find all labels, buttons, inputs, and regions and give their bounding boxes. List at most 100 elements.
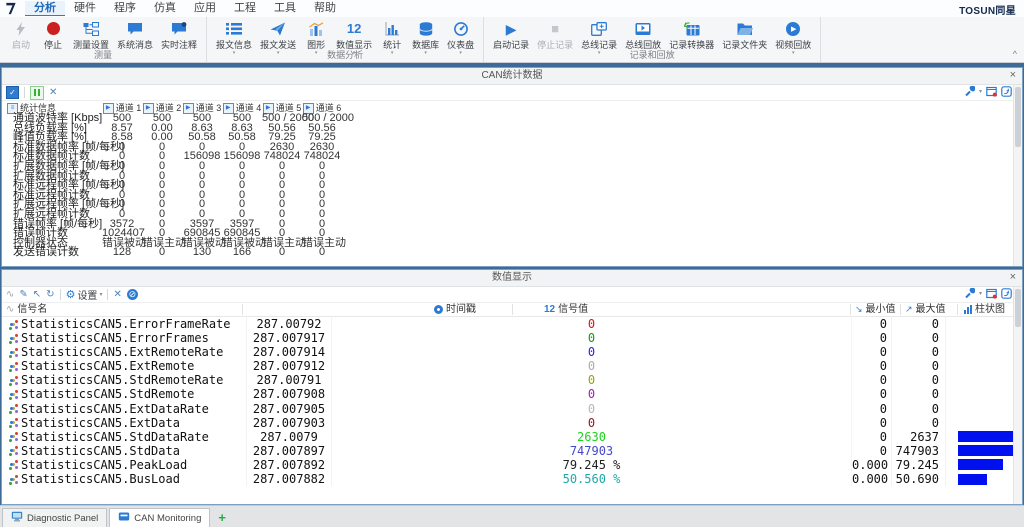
signal-row[interactable]: StatisticsCAN5.BusLoad287.00788250.560 %…	[2, 472, 1022, 486]
value-bar	[958, 445, 1015, 456]
video-replay-icon: ▶	[786, 20, 800, 37]
values-panel-title: 数值显示	[492, 272, 532, 283]
signal-row[interactable]: StatisticsCAN5.ExtDataRate287.007905000	[2, 402, 1022, 416]
cursor-icon[interactable]: ↖	[33, 289, 41, 300]
signal-row[interactable]: StatisticsCAN5.ExtRemote287.007912000	[2, 359, 1022, 373]
ribbon-button[interactable]: ■停止记录	[533, 19, 577, 51]
value-bar	[958, 431, 1015, 442]
signal-dots-icon	[10, 365, 13, 368]
stats-wrench-icon[interactable]	[964, 86, 975, 97]
ribbon-group: 启动停止测量设置系统消息实时注释测量	[0, 17, 207, 62]
values-window-icon[interactable]	[986, 288, 997, 299]
bottom-tab[interactable]: CAN Monitoring	[109, 508, 210, 527]
value-bar-cell	[946, 430, 1022, 444]
signal-dots-icon	[10, 393, 13, 396]
gear-icon: ⚙	[66, 288, 76, 301]
signal-dots-icon	[10, 478, 13, 481]
stats-wrench-caret-icon[interactable]: ▾	[979, 88, 982, 95]
value-bar-cell	[946, 402, 1022, 416]
ribbon-button[interactable]: 测量设置	[69, 19, 113, 51]
values-close-icon[interactable]: ×	[1010, 270, 1016, 285]
stats-pause-button[interactable]	[30, 86, 44, 100]
menu-item[interactable]: 工程	[225, 1, 265, 15]
signal-row[interactable]: StatisticsCAN5.ErrorFrames287.007917000	[2, 331, 1022, 345]
stats-scrollbar[interactable]	[1013, 85, 1022, 266]
signal-row[interactable]: StatisticsCAN5.PeakLoad287.00789279.245 …	[2, 458, 1022, 472]
ribbon-button[interactable]: 启动	[5, 19, 37, 51]
menu-item[interactable]: 分析	[25, 1, 65, 16]
ribbon-button[interactable]: 记录文件夹	[718, 19, 771, 51]
bottom-tab[interactable]: Diagnostic Panel	[2, 508, 107, 527]
values-export-icon[interactable]	[1001, 288, 1012, 299]
value-bar-cell	[946, 331, 1022, 345]
value-bar-cell	[946, 458, 1022, 472]
stop-record-icon: ■	[551, 20, 559, 37]
menu-item[interactable]: 程序	[105, 1, 145, 15]
tsmaster-app: 分析硬件程序仿真应用工程工具帮助 TOSUN同星 启动停止测量设置系统消息实时注…	[0, 0, 1024, 527]
values-wrench-caret-icon[interactable]: ▾	[979, 290, 982, 297]
menu-item[interactable]: 工具	[265, 1, 305, 15]
stats-close-icon[interactable]: ×	[1010, 68, 1016, 83]
signal-dots-icon	[10, 337, 13, 340]
signal-row[interactable]: StatisticsCAN5.StdRemote287.007908000	[2, 387, 1022, 401]
record-folder-icon	[737, 20, 753, 37]
menu-item[interactable]: 仿真	[145, 1, 185, 15]
ribbon-button[interactable]: 记录转换器	[665, 19, 718, 51]
bus-replay-icon	[635, 20, 651, 37]
app-logo-icon	[5, 2, 21, 15]
ribbon-button[interactable]: 停止	[37, 19, 69, 51]
menu-item[interactable]: 硬件	[65, 1, 105, 15]
database-icon	[418, 20, 434, 37]
values-table-header: ∿信号名 时间戳 12信号值 ↘最小值 ↗最大值 柱状图	[2, 303, 1022, 317]
signal-row[interactable]: StatisticsCAN5.StdRemoteRate287.00791000	[2, 373, 1022, 387]
stats-panel-title: CAN统计数据	[481, 70, 542, 81]
values-scrollbar[interactable]	[1013, 287, 1022, 504]
values-wrench-icon[interactable]	[964, 288, 975, 299]
signal-row[interactable]: StatisticsCAN5.ErrorFrameRate287.0079200…	[2, 317, 1022, 331]
menu-item[interactable]: 应用	[185, 1, 225, 15]
signal-wave-icon[interactable]: ∿	[6, 289, 14, 300]
stats-clear-icon[interactable]: ✕	[49, 87, 57, 99]
lightning-icon	[13, 20, 29, 37]
signal-row[interactable]: StatisticsCAN5.StdData287.00789774790307…	[2, 444, 1022, 458]
ribbon-collapse-button[interactable]: ^	[1013, 49, 1017, 59]
signal-dots-icon	[10, 449, 13, 452]
signal-row[interactable]: StatisticsCAN5.ExtRemoteRate287.00791400…	[2, 345, 1022, 359]
signal-dots-icon	[10, 407, 13, 410]
ribbon-button[interactable]: ▶启动记录	[489, 19, 533, 51]
max-icon: ↗	[905, 303, 913, 316]
signal-name-icon: ∿	[6, 303, 14, 316]
stats-table-row[interactable]: 发送错误计数128013016600	[6, 248, 1022, 258]
stats-enable-checkbox[interactable]: ✓	[6, 86, 19, 99]
stats-export-icon[interactable]	[1001, 86, 1012, 97]
stats-panel-titlebar[interactable]: CAN统计数据 ×	[2, 68, 1022, 85]
ribbon-group: ▶启动记录■停止记录总线记录▾总线回放记录转换器记录文件夹▶视频回放▾记录和回放	[484, 17, 821, 62]
min-icon: ↘	[855, 303, 863, 316]
value-bar-cell	[946, 373, 1022, 387]
values-clear-icon[interactable]: ⊘	[127, 289, 138, 300]
ribbon-button[interactable]: 实时注释	[157, 19, 201, 51]
values-delete-icon[interactable]: ✕	[113, 289, 121, 301]
bottom-tab-bar: Diagnostic PanelCAN Monitoring +	[0, 505, 1024, 527]
value-12-icon: 12	[544, 303, 555, 316]
ribbon-button[interactable]: 总线回放	[621, 19, 665, 51]
settings-button[interactable]: ⚙ 设置 ▾	[66, 287, 103, 302]
menu-item[interactable]: 帮助	[305, 1, 345, 15]
value-bar-cell	[946, 472, 1022, 486]
diagnostic-icon	[11, 511, 23, 525]
value-bar-cell	[946, 387, 1022, 401]
signal-dots-icon	[10, 351, 13, 354]
values-panel-titlebar[interactable]: 数值显示 ×	[2, 270, 1022, 287]
signal-row[interactable]: StatisticsCAN5.ExtData287.007903000	[2, 416, 1022, 430]
add-tab-button[interactable]: +	[212, 509, 232, 527]
signal-row[interactable]: StatisticsCAN5.StdDataRate287.0079263002…	[2, 430, 1022, 444]
refresh-icon[interactable]: ↻	[46, 289, 54, 300]
value-bar	[958, 474, 987, 485]
edit-pen-icon[interactable]: ✎	[19, 289, 27, 300]
play-record-icon: ▶	[506, 20, 517, 37]
stats-window-icon[interactable]	[986, 86, 997, 97]
ribbon-button[interactable]: 系统消息	[113, 19, 157, 51]
value-bar-cell	[946, 416, 1022, 430]
send-icon	[270, 20, 286, 37]
record-converter-icon	[684, 20, 700, 37]
